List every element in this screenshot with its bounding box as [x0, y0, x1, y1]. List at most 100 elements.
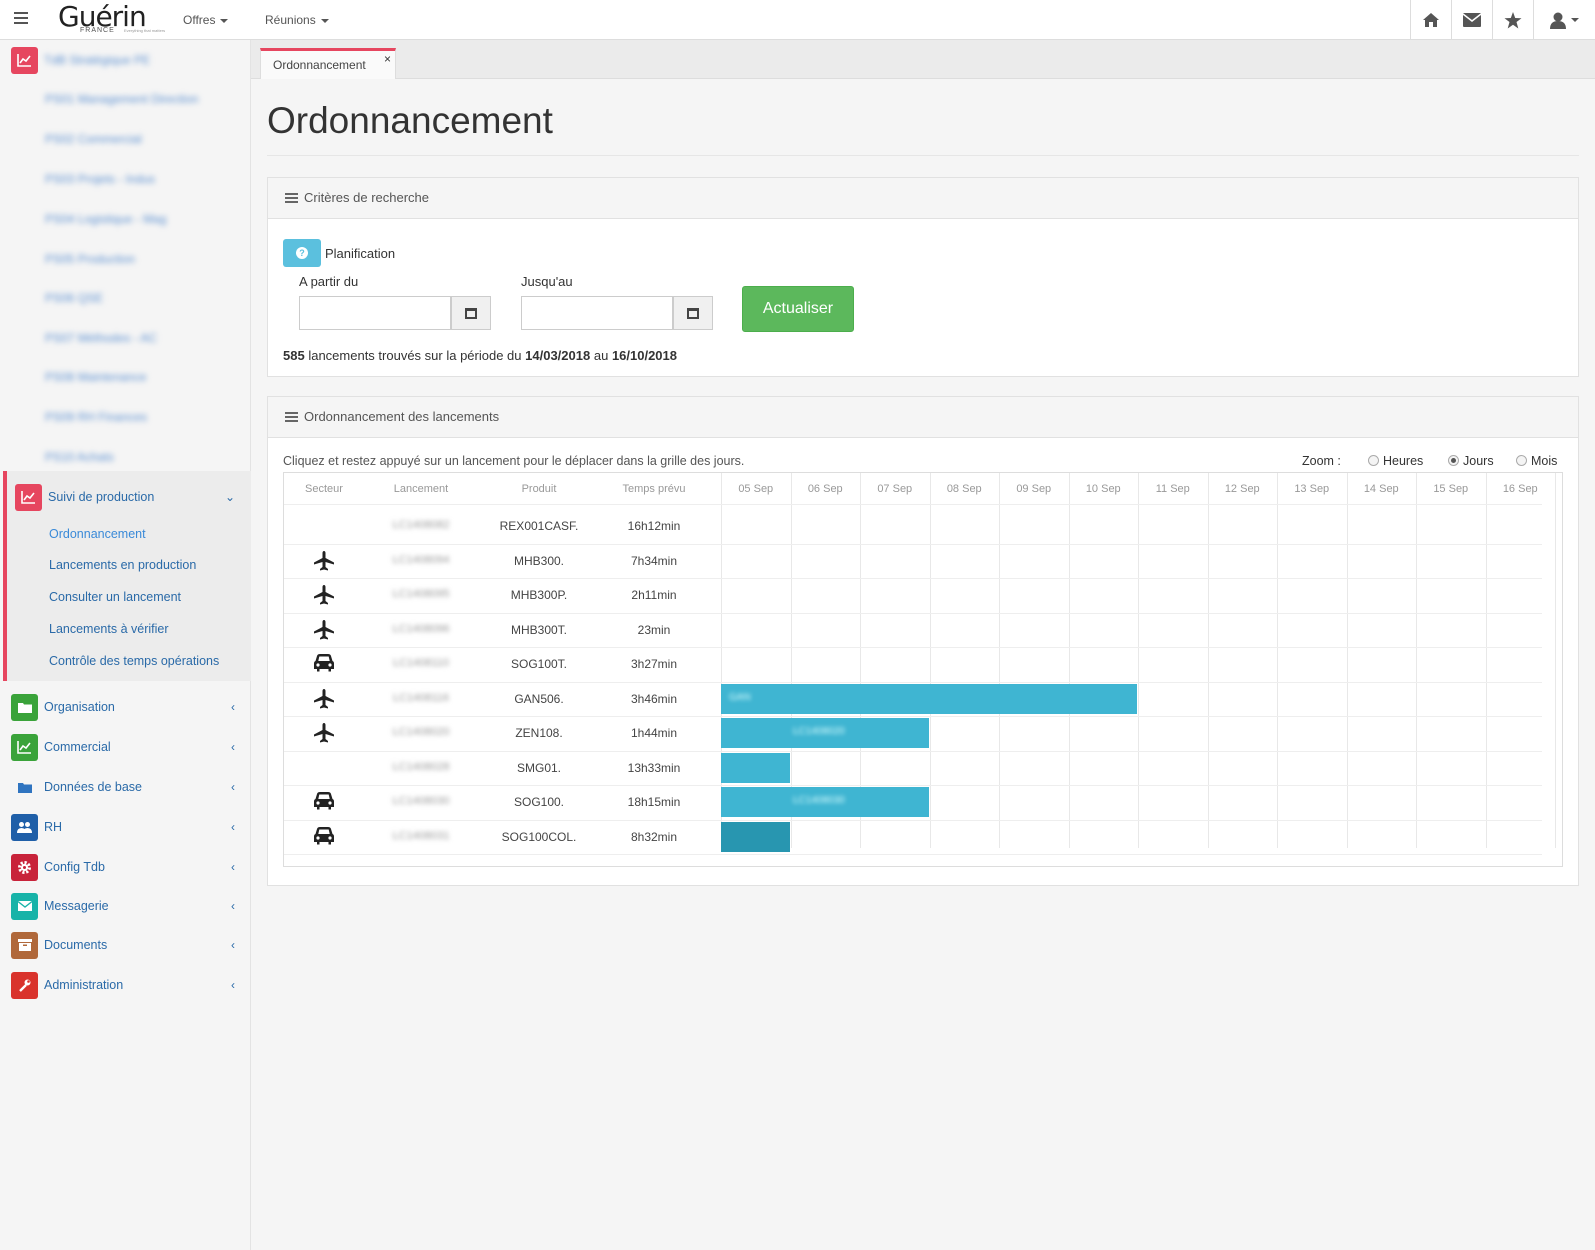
- plane-icon: [311, 688, 337, 714]
- column-header-temps-prevu: Temps prévu: [622, 483, 686, 495]
- home-icon[interactable]: [1410, 0, 1451, 40]
- launch-number[interactable]: LC1408031: [376, 830, 466, 842]
- sidebar-item-organisation[interactable]: Organisation ‹: [3, 692, 251, 722]
- sidebar-item-rh[interactable]: RH ‹: [3, 812, 251, 842]
- planned-time: 23min: [637, 622, 671, 637]
- chart-icon: [15, 483, 42, 511]
- day-header: 12 Sep: [1224, 483, 1260, 495]
- sidebar-subitem[interactable]: PS01 Management Direction: [45, 92, 198, 106]
- hamburger-menu-icon[interactable]: [14, 12, 28, 26]
- planification-label: Planification: [325, 246, 396, 261]
- sidebar-subitem-ordonnancement[interactable]: Ordonnancement: [49, 527, 146, 541]
- launch-number[interactable]: LC1408094: [376, 554, 466, 566]
- schedule-bar[interactable]: [721, 821, 790, 852]
- table-row-divider: [284, 819, 1542, 821]
- caret-down-icon: [1571, 18, 1579, 22]
- schedule-bar[interactable]: GAN: [721, 683, 1137, 714]
- planned-time: 1h44min: [630, 726, 678, 740]
- day-column: [1138, 473, 1139, 848]
- chevron-left-icon: ‹: [231, 899, 235, 913]
- launch-number[interactable]: LC1408110: [376, 657, 466, 669]
- envelope-icon: [11, 892, 38, 920]
- schedule-bar[interactable]: LC1408030: [721, 787, 929, 817]
- bar-label: LC1408030: [793, 795, 845, 806]
- table-row-divider: [284, 681, 1542, 683]
- day-column: [1207, 473, 1209, 848]
- sidebar-subitem-controle-temps[interactable]: Contrôle des temps opérations: [49, 654, 219, 668]
- zoom-option-heures[interactable]: Heures: [1368, 454, 1423, 468]
- sidebar-subitem[interactable]: PS05 Production: [45, 252, 135, 266]
- sidebar-item-config-tdb[interactable]: Config Tdb ‹: [3, 852, 251, 882]
- results-summary: 585 lancements trouvés sur la période du…: [283, 348, 677, 363]
- help-button[interactable]: ?: [283, 239, 321, 267]
- product-code: ZEN108.: [515, 726, 563, 740]
- schedule-bar[interactable]: LC1408020: [721, 718, 929, 748]
- menu-reunions[interactable]: Réunions: [265, 13, 329, 27]
- from-date-picker-button[interactable]: [451, 296, 491, 330]
- radio-icon[interactable]: [1368, 455, 1379, 466]
- zoom-option-jours[interactable]: Jours: [1448, 454, 1494, 468]
- sidebar-subitem-lancements-production[interactable]: Lancements en production: [49, 558, 196, 572]
- sidebar-item-administration[interactable]: Administration ‹: [3, 970, 251, 1000]
- sidebar-item-messagerie[interactable]: Messagerie ‹: [3, 891, 251, 921]
- plane-icon: [311, 722, 337, 748]
- radio-icon[interactable]: [1516, 455, 1527, 466]
- user-menu[interactable]: [1533, 0, 1595, 40]
- top-navbar: Guérin FRANCE Everything that matters Of…: [0, 0, 1595, 40]
- zoom-option-mois[interactable]: Mois: [1516, 454, 1557, 468]
- sidebar-subitem[interactable]: PS07 Méthodes - AC: [45, 331, 157, 345]
- sidebar-subitem[interactable]: PS10 Achats: [45, 450, 114, 464]
- sidebar-item-donnees-base[interactable]: Données de base ‹: [3, 772, 251, 802]
- chevron-left-icon: ‹: [231, 978, 235, 992]
- sidebar-subitem[interactable]: PS04 Logistique - Mag: [45, 212, 166, 226]
- day-column: [1346, 473, 1348, 848]
- sidebar-item-label: Config Tdb: [44, 860, 105, 874]
- sidebar-item-label: TdB Stratégique PE: [44, 53, 151, 67]
- day-header: 14 Sep: [1363, 483, 1399, 495]
- sidebar-subitem[interactable]: PS03 Projets - Indus: [45, 172, 155, 186]
- launch-number[interactable]: LC1408020: [376, 726, 466, 738]
- launch-number[interactable]: LC1408030: [376, 795, 466, 807]
- sidebar-subitem[interactable]: PS06 QSE: [45, 291, 103, 305]
- brand-logo-sub: FRANCE: [80, 27, 115, 34]
- launch-number[interactable]: LC1408096: [376, 623, 466, 635]
- sidebar-item-suivi-production[interactable]: Suivi de production ⌄: [3, 482, 251, 512]
- launch-number[interactable]: LC1408028: [376, 761, 466, 773]
- launch-number[interactable]: LC1408116: [376, 692, 466, 704]
- to-date-picker-button[interactable]: [673, 296, 713, 330]
- star-icon[interactable]: [1492, 0, 1533, 40]
- to-date-input[interactable]: [521, 296, 673, 330]
- sidebar: TdB Stratégique PE PS01 Management Direc…: [3, 40, 251, 1250]
- from-date-input[interactable]: [299, 296, 451, 330]
- list-icon: [285, 193, 298, 203]
- day-column: [1068, 473, 1070, 848]
- sidebar-subitem[interactable]: PS09 RH Finances: [45, 410, 147, 424]
- question-icon: ?: [296, 247, 308, 259]
- close-icon[interactable]: ×: [384, 52, 391, 66]
- sidebar-item-label: Documents: [44, 938, 108, 952]
- planned-time: 3h27min: [630, 657, 678, 671]
- sidebar-subitem[interactable]: PS08 Maintenance: [45, 370, 146, 384]
- launch-number[interactable]: LC1408082: [376, 519, 466, 531]
- sidebar-subitem[interactable]: PS02 Commercial: [45, 132, 142, 146]
- sidebar-subitem-lancements-verifier[interactable]: Lancements à vérifier: [49, 622, 169, 636]
- sidebar-item-tdb-strategique[interactable]: TdB Stratégique PE: [3, 45, 251, 75]
- product-code: SOG100T.: [510, 657, 568, 671]
- tab-ordonnancement[interactable]: Ordonnancement ×: [260, 48, 396, 79]
- sidebar-item-documents[interactable]: Documents ‹: [3, 930, 251, 960]
- zoom-label: Zoom :: [1302, 454, 1341, 468]
- sidebar-subitem-consulter-lancement[interactable]: Consulter un lancement: [49, 590, 181, 604]
- launch-number[interactable]: LC1408095: [376, 588, 466, 600]
- schedule-bar[interactable]: [721, 752, 790, 783]
- chevron-left-icon: ‹: [231, 938, 235, 952]
- refresh-button[interactable]: Actualiser: [742, 286, 854, 332]
- radio-selected-icon[interactable]: [1448, 455, 1459, 466]
- sidebar-item-commercial[interactable]: Commercial ‹: [3, 732, 251, 762]
- envelope-icon[interactable]: [1451, 0, 1492, 40]
- menu-offres[interactable]: Offres: [183, 13, 229, 27]
- panel-title: Critères de recherche: [304, 190, 429, 205]
- search-criteria-panel: Critères de recherche ? Planification A …: [267, 177, 1579, 377]
- sidebar-item-label: Commercial: [44, 740, 111, 754]
- planned-time: 3h46min: [630, 691, 678, 706]
- product-code: SOG100COL.: [501, 829, 577, 844]
